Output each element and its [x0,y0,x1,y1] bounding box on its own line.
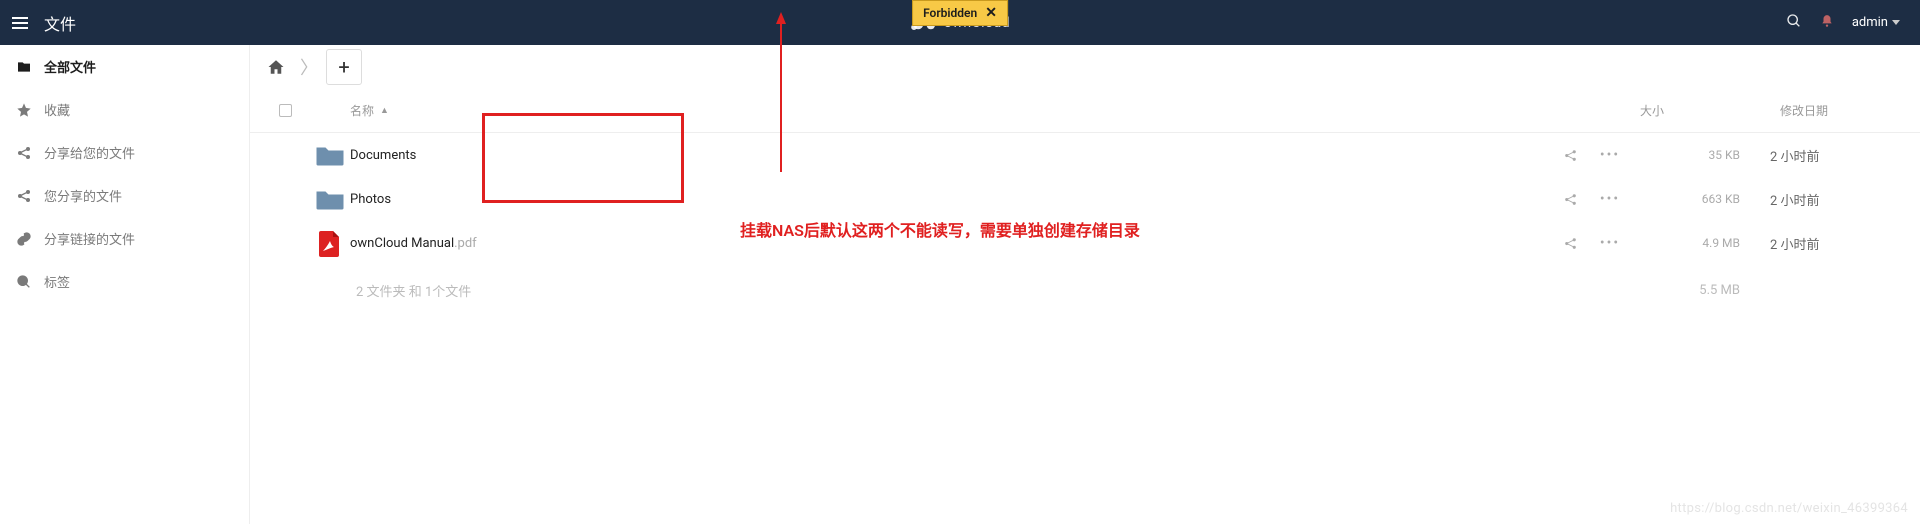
topbar-right: admin [1786,13,1920,33]
folder-icon [310,187,350,211]
file-modified: 2 小时前 [1770,190,1910,209]
folder-icon [16,59,32,75]
folder-icon [310,143,350,167]
user-menu[interactable]: admin [1852,15,1900,30]
more-icon[interactable]: ••• [1590,147,1630,163]
sidebar-item-shared-by-you[interactable]: 您分享的文件 [0,174,249,217]
table-row[interactable]: Documents ••• 35 KB 2 小时前 [250,133,1920,177]
share-out-icon [16,188,32,204]
select-all-checkbox[interactable] [279,104,292,117]
toast-message: Forbidden [923,6,977,20]
share-in-icon [16,145,32,161]
share-icon[interactable] [1550,192,1590,207]
content: 全部文件 收藏 分享给您的文件 您分享的文件 分享链接的文件 标签 〉 [0,45,1920,524]
table-row[interactable]: Photos ••• 663 KB 2 小时前 [250,177,1920,221]
sidebar-item-label: 收藏 [44,100,70,119]
summary-size: 5.5 MB [1630,283,1770,298]
topbar-left: 文件 [0,11,76,35]
file-modified: 2 小时前 [1770,146,1910,165]
sidebar-item-shared-with-you[interactable]: 分享给您的文件 [0,131,249,174]
add-button[interactable]: + [326,49,362,85]
sidebar-item-label: 您分享的文件 [44,186,122,205]
share-icon[interactable] [1550,236,1590,251]
file-table: 名称 ▲ 大小 修改日期 Documents ••• 35 KB 2 小时前 [250,89,1920,315]
file-name[interactable]: Documents [350,148,1550,163]
main-area: 〉 + 名称 ▲ 大小 修改日期 Documents [250,45,1920,524]
col-modified[interactable]: 修改日期 [1770,102,1910,119]
file-table-header: 名称 ▲ 大小 修改日期 [250,89,1920,133]
sidebar-item-label: 分享链接的文件 [44,229,135,248]
breadcrumb-home[interactable] [260,51,292,83]
search-icon[interactable] [1786,13,1802,33]
chevron-down-icon [1892,20,1900,25]
file-modified: 2 小时前 [1770,234,1910,253]
file-name[interactable]: ownCloud Manual.pdf [350,236,1550,251]
more-icon[interactable]: ••• [1590,191,1630,207]
summary-text: 2 文件夹 和 1个文件 [350,281,1550,300]
sidebar: 全部文件 收藏 分享给您的文件 您分享的文件 分享链接的文件 标签 [0,45,250,524]
link-icon [16,231,32,247]
pdf-icon [310,229,350,257]
search-tag-icon [16,274,32,290]
col-size[interactable]: 大小 [1630,102,1770,119]
file-summary: 2 文件夹 和 1个文件 5.5 MB [250,265,1920,315]
share-icon[interactable] [1550,148,1590,163]
sidebar-item-all-files[interactable]: 全部文件 [0,45,249,88]
menu-icon[interactable] [12,17,28,29]
file-size: 35 KB [1630,148,1770,162]
more-icon[interactable]: ••• [1590,235,1630,251]
sidebar-item-tags[interactable]: 标签 [0,260,249,303]
notification-bell-icon[interactable] [1820,13,1834,33]
file-size: 663 KB [1630,192,1770,206]
sidebar-item-favorites[interactable]: 收藏 [0,88,249,131]
user-label: admin [1852,15,1888,30]
close-icon[interactable]: ✕ [985,5,997,21]
file-name[interactable]: Photos [350,192,1550,207]
star-icon [16,102,32,118]
sidebar-item-label: 全部文件 [44,57,96,76]
app-title: 文件 [44,11,76,35]
breadcrumb-separator: 〉 [300,54,318,80]
sidebar-item-label: 标签 [44,272,70,291]
table-row[interactable]: ownCloud Manual.pdf ••• 4.9 MB 2 小时前 [250,221,1920,265]
controls-bar: 〉 + [250,45,1920,89]
sidebar-item-label: 分享给您的文件 [44,143,135,162]
file-size: 4.9 MB [1630,236,1770,250]
sort-asc-icon: ▲ [380,105,389,116]
forbidden-toast: Forbidden ✕ [912,0,1008,26]
col-name[interactable]: 名称 [350,102,374,119]
sidebar-item-shared-links[interactable]: 分享链接的文件 [0,217,249,260]
